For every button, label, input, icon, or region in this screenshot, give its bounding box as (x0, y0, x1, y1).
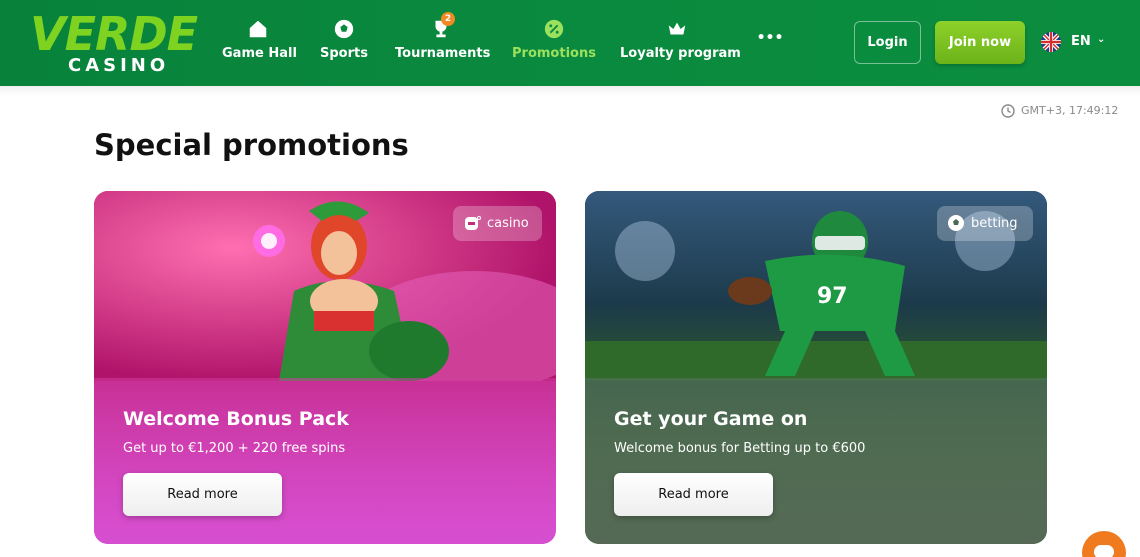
nav-label: Tournaments (395, 46, 491, 61)
soccer-ball-icon (948, 215, 964, 231)
soccer-ball-icon (334, 19, 354, 39)
promo-title: Welcome Bonus Pack (123, 408, 349, 430)
tag-label: casino (487, 216, 529, 231)
chevron-down-icon: ⌄ (1097, 34, 1106, 45)
nav-label: Sports (320, 46, 368, 61)
nav-label: Game Hall (222, 46, 297, 61)
logo-subtitle: CASINO (68, 55, 170, 76)
percent-badge-icon (544, 19, 564, 39)
header-shadow (0, 86, 1140, 96)
tournaments-badge: 2 (441, 12, 455, 26)
top-header: VERDE CASINO Game Hall Sports 2 Tourname… (0, 0, 1140, 86)
page-title: Special promotions (94, 128, 409, 162)
promo-card-betting[interactable]: 97 betting Get your Game on Welcome bonu… (585, 191, 1047, 544)
svg-text:97: 97 (817, 284, 848, 309)
slot-machine-icon (465, 216, 481, 230)
nav-item-loyalty[interactable]: Loyalty program (620, 18, 741, 68)
card-info-panel (94, 378, 556, 544)
clock-text: GMT+3, 17:49:12 (1021, 104, 1119, 117)
nav-label: Promotions (512, 46, 596, 61)
promo-card-casino[interactable]: casino Welcome Bonus Pack Get up to €1,2… (94, 191, 556, 544)
tag-label: betting (971, 216, 1018, 231)
read-more-button[interactable]: Read more (123, 473, 282, 516)
live-chat-button[interactable] (1082, 531, 1126, 557)
nav-item-game-hall[interactable]: Game Hall (222, 18, 297, 68)
card-info-panel (585, 378, 1047, 544)
uk-flag-icon (1041, 32, 1061, 52)
nav-item-promotions[interactable]: Promotions (512, 18, 596, 68)
clock-icon (1001, 104, 1015, 118)
join-now-button[interactable]: Join now (935, 21, 1025, 64)
nav-item-sports[interactable]: Sports (318, 18, 370, 68)
promo-subtitle: Welcome bonus for Betting up to €600 (614, 441, 866, 456)
brand-logo[interactable]: VERDE CASINO (30, 10, 208, 76)
crown-icon (668, 22, 686, 35)
logo-wordmark: VERDE (30, 7, 198, 61)
category-tag-casino: casino (453, 206, 542, 241)
chat-bubble-icon (1094, 545, 1114, 557)
home-icon (249, 20, 267, 38)
promo-subtitle: Get up to €1,200 + 220 free spins (123, 441, 346, 456)
more-menu-button[interactable]: ••• (756, 30, 784, 80)
read-more-button[interactable]: Read more (614, 473, 773, 516)
language-code: EN (1071, 34, 1091, 49)
category-tag-betting: betting (937, 206, 1033, 241)
promo-title: Get your Game on (614, 408, 808, 430)
more-icon: ••• (756, 30, 784, 46)
nav-item-tournaments[interactable]: 2 Tournaments (395, 12, 491, 68)
login-button[interactable]: Login (854, 21, 921, 64)
nav-label: Loyalty program (620, 46, 741, 61)
